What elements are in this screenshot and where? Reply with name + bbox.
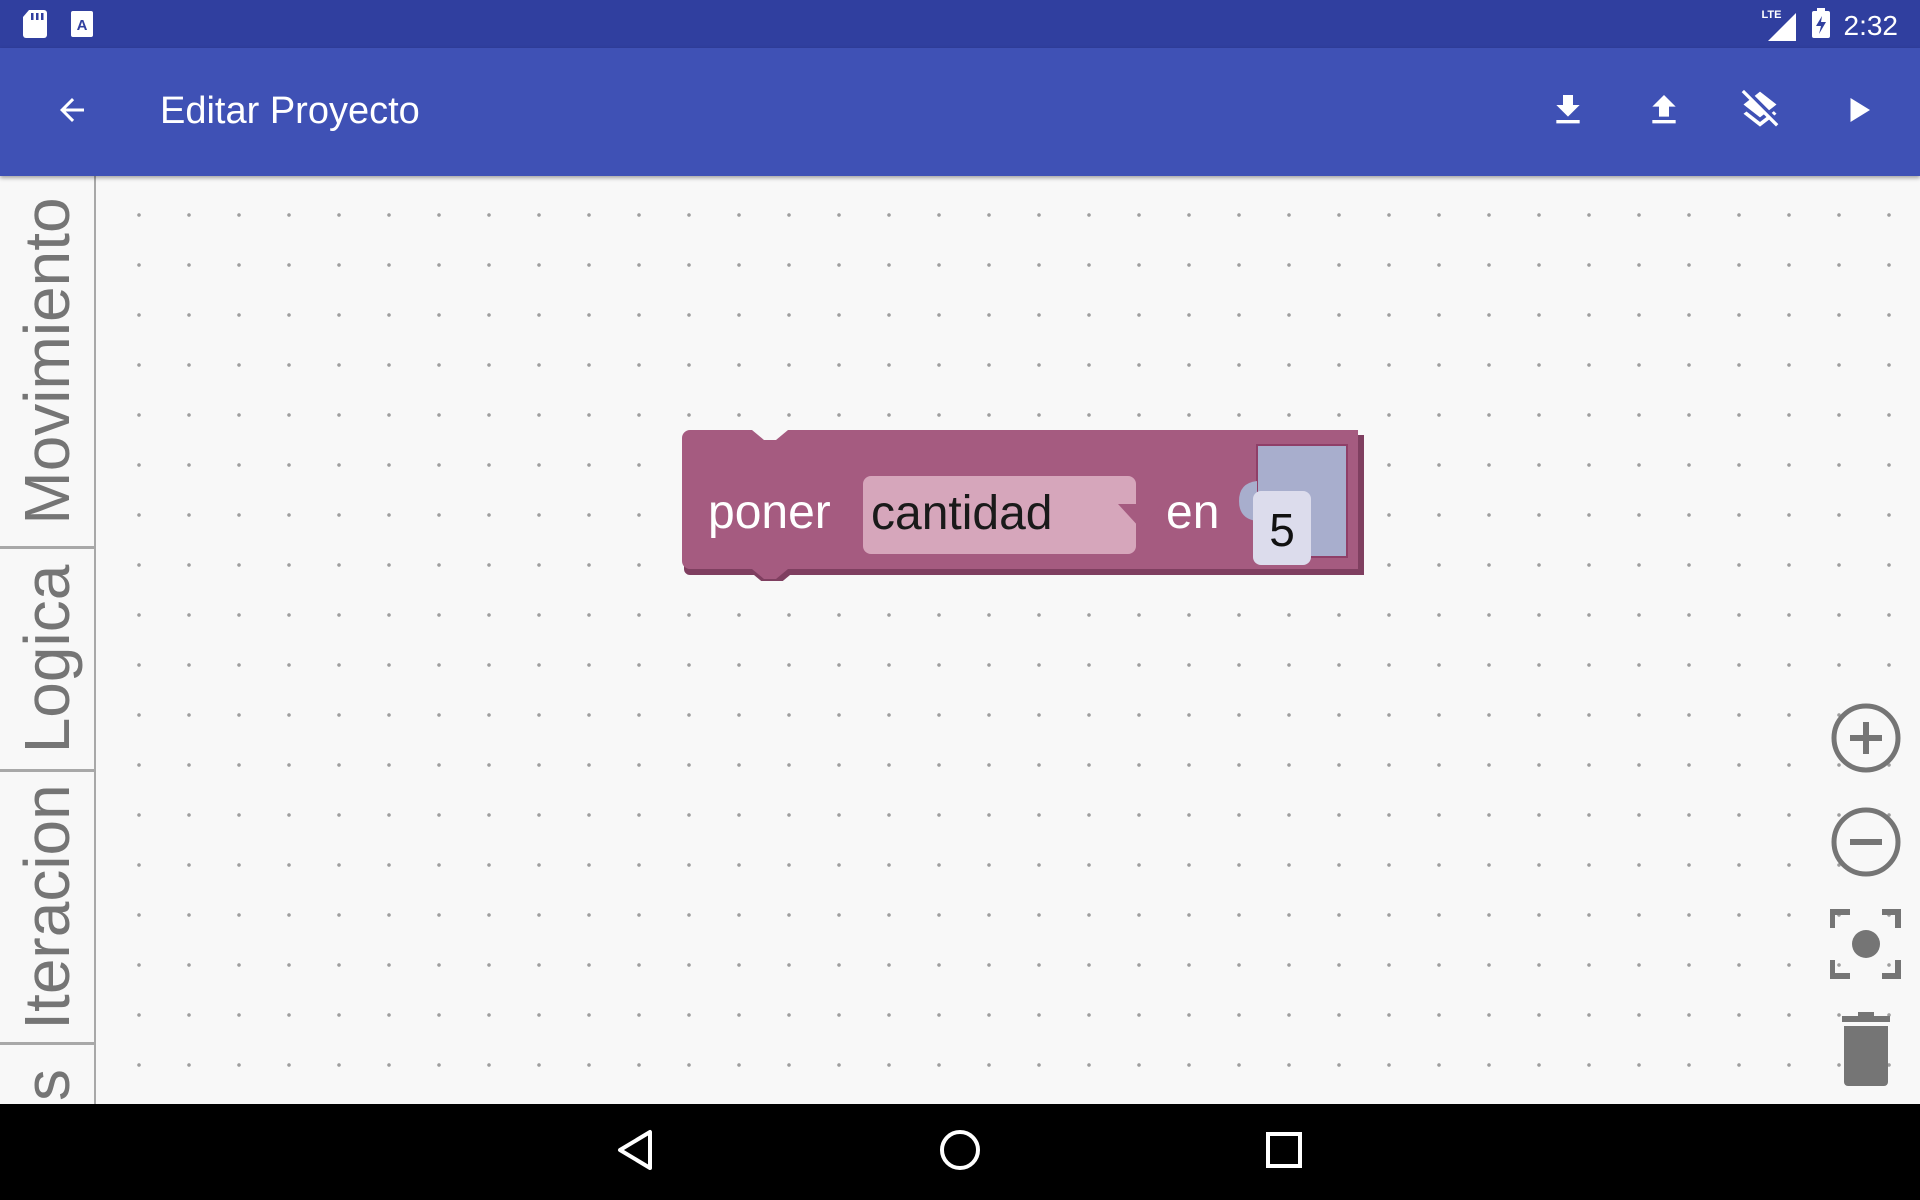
trash-button[interactable] <box>1836 1011 1896 1093</box>
arrow-back-icon <box>54 92 90 133</box>
tab-partial[interactable]: s <box>0 1045 96 1104</box>
svg-text:A: A <box>77 17 88 34</box>
tab-logica[interactable]: Logica <box>0 549 96 772</box>
network-type-label: LTE <box>1761 8 1782 21</box>
tab-label: Logica <box>11 564 83 754</box>
layers-clear-icon <box>1738 88 1782 137</box>
nav-back-button[interactable] <box>608 1124 664 1180</box>
tab-label: s <box>11 1069 83 1101</box>
recenter-icon <box>1829 908 1902 985</box>
trash-icon <box>1836 1011 1896 1093</box>
navigation-bar <box>0 1104 1920 1200</box>
clock: 2:32 <box>1843 9 1899 41</box>
zoom-in-button[interactable] <box>1830 702 1902 779</box>
zoom-out-button[interactable] <box>1830 806 1902 883</box>
app-bar: Editar Proyecto <box>0 48 1920 176</box>
set-variable-block[interactable]: poner cantidad en 5 <box>682 423 1364 581</box>
tab-label: Movimiento <box>11 197 83 525</box>
status-bar: A LTE 2:32 <box>0 0 1920 48</box>
workspace[interactable]: poner cantidad en 5 <box>96 176 1920 1104</box>
battery-charging-icon <box>1811 8 1830 43</box>
block-middle-label: en <box>1166 486 1220 539</box>
page-title: Editar Proyecto <box>160 90 420 132</box>
back-button[interactable] <box>48 88 96 136</box>
text-a-icon: A <box>70 10 94 43</box>
zoom-in-icon <box>1830 702 1902 779</box>
clear-workspace-button[interactable] <box>1732 84 1788 140</box>
nav-home-icon <box>938 1128 982 1177</box>
variable-dropdown[interactable]: cantidad <box>863 476 1162 554</box>
download-icon <box>1548 90 1588 135</box>
lte-signal-icon: LTE <box>1761 8 1798 41</box>
nav-recents-button[interactable] <box>1256 1124 1312 1180</box>
download-button[interactable] <box>1540 84 1596 140</box>
recenter-button[interactable] <box>1829 908 1902 985</box>
tab-label: Iteracion <box>11 784 83 1030</box>
zoom-out-icon <box>1830 806 1902 883</box>
block-prefix-label: poner <box>708 486 831 539</box>
play-icon <box>1840 92 1876 133</box>
nav-recents-icon <box>1264 1130 1304 1175</box>
toolbox: Movimiento Logica Iteracion s <box>0 176 96 1104</box>
upload-button[interactable] <box>1636 84 1692 140</box>
tab-iteracion[interactable]: Iteracion <box>0 772 96 1045</box>
nav-home-button[interactable] <box>932 1124 988 1180</box>
run-button[interactable] <box>1830 84 1886 140</box>
tab-movimiento[interactable]: Movimiento <box>0 176 96 549</box>
number-value-field[interactable]: 5 <box>1253 491 1311 565</box>
nav-back-icon <box>616 1128 656 1177</box>
sd-card-icon <box>22 10 48 43</box>
upload-icon <box>1644 90 1684 135</box>
variable-name: cantidad <box>871 487 1053 540</box>
